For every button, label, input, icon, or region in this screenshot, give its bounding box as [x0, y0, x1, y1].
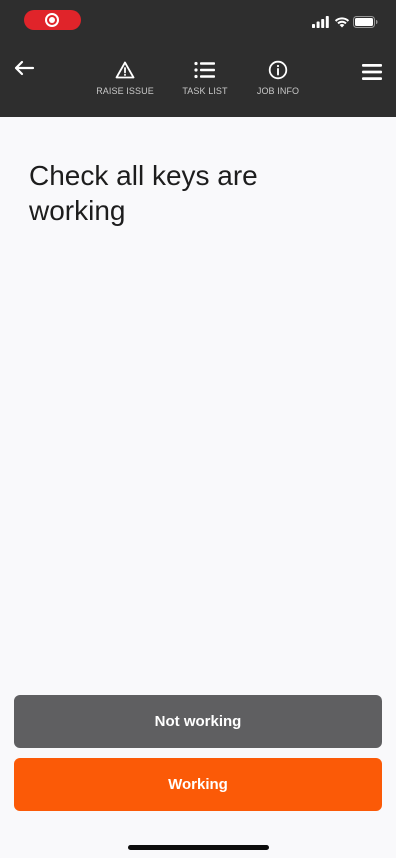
warning-triangle-icon	[113, 58, 137, 82]
arrow-left-icon	[14, 60, 35, 76]
app-header: RAISE ISSUE TASK LIST JOB INFO	[0, 0, 396, 117]
status-bar	[0, 0, 396, 44]
hamburger-menu-icon	[362, 64, 382, 80]
cellular-signal-icon	[312, 16, 329, 28]
list-icon	[193, 58, 217, 82]
menu-button[interactable]	[360, 60, 384, 84]
info-icon	[266, 58, 290, 82]
screen-recording-icon[interactable]	[24, 10, 81, 30]
status-indicators	[312, 15, 378, 29]
wifi-icon	[334, 17, 350, 28]
working-button[interactable]: Working	[14, 758, 382, 811]
nav-raise-issue[interactable]: RAISE ISSUE	[85, 58, 165, 96]
nav-raise-issue-label: RAISE ISSUE	[96, 86, 154, 96]
page-title: Check all keys are working	[29, 160, 258, 226]
nav-task-list[interactable]: TASK LIST	[165, 58, 245, 96]
recording-dot	[49, 17, 55, 23]
nav-job-info[interactable]: JOB INFO	[238, 58, 318, 96]
nav-task-list-label: TASK LIST	[182, 86, 228, 96]
nav-job-info-label: JOB INFO	[256, 86, 300, 96]
back-button[interactable]	[8, 52, 40, 84]
not-working-button[interactable]: Not working	[14, 695, 382, 748]
battery-icon	[353, 16, 378, 28]
home-indicator[interactable]	[128, 845, 269, 850]
